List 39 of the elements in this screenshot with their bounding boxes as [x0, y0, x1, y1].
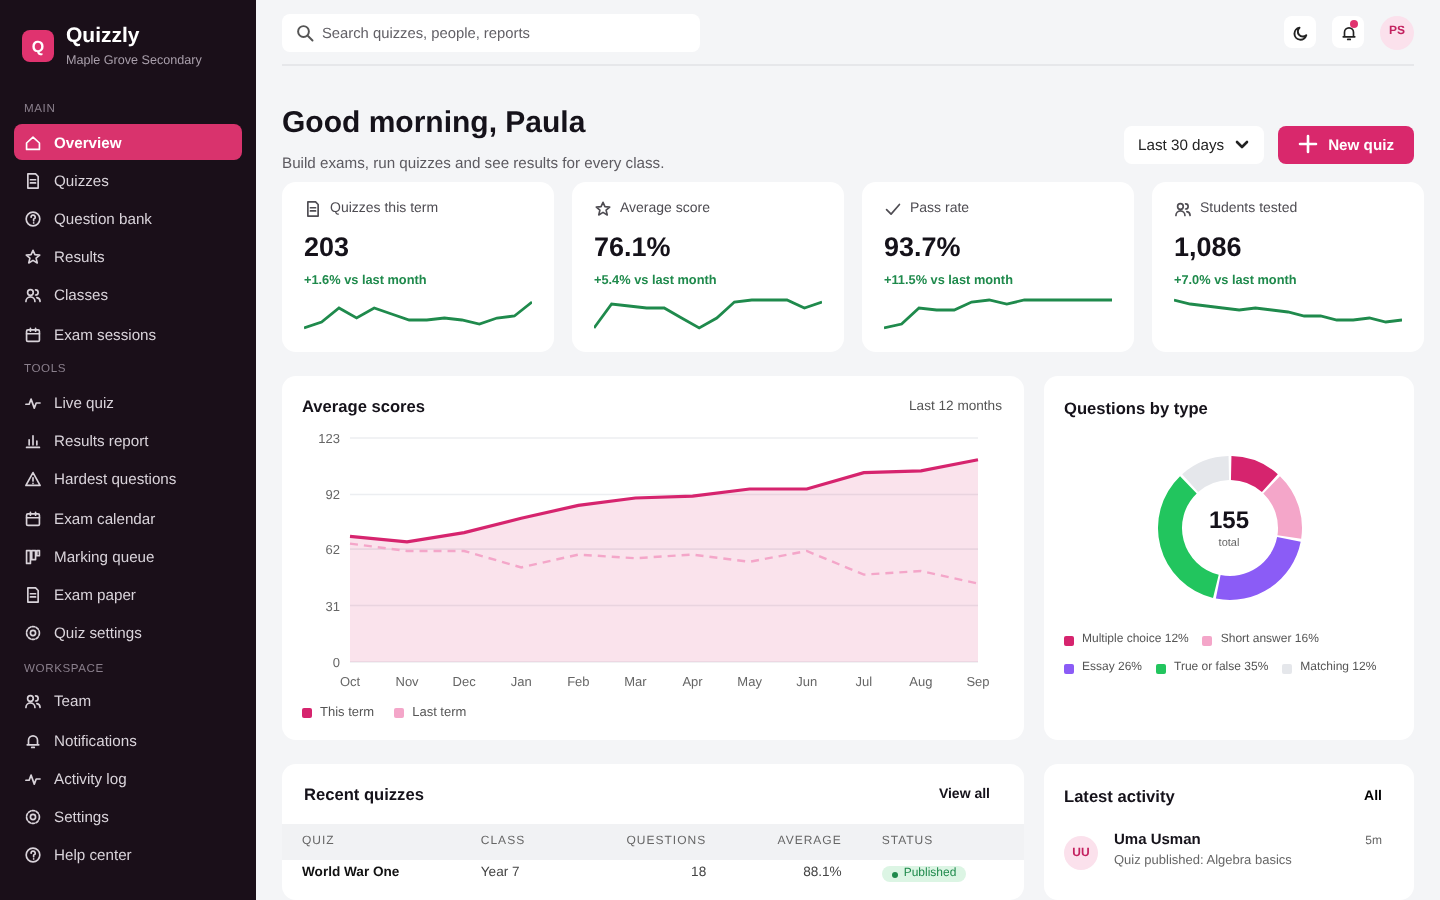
card-title: Recent quizzes	[304, 784, 424, 804]
page-title: Good morning, Paula	[282, 105, 588, 139]
card-title: Questions by type	[1064, 398, 1210, 418]
moon-icon	[1291, 23, 1309, 41]
calendar-icon	[24, 325, 42, 344]
app-name: Quizzly	[66, 24, 142, 48]
document-icon	[24, 171, 42, 190]
theme-toggle-button[interactable]	[1284, 16, 1316, 48]
bar-chart-icon	[24, 432, 42, 451]
pulse-icon	[24, 769, 42, 788]
card-title: Latest activity	[1064, 786, 1175, 806]
document-icon	[24, 586, 42, 605]
logo: Q	[22, 30, 54, 62]
stat-value: 1,086	[1174, 232, 1244, 262]
users-icon	[1174, 200, 1192, 218]
star-icon	[24, 248, 42, 267]
total-value: 155	[1208, 506, 1250, 534]
stat-value: 93.7%	[884, 232, 963, 262]
search-icon	[296, 23, 314, 41]
warning-icon	[24, 470, 42, 489]
notifications-button[interactable]	[1332, 16, 1364, 48]
help-icon	[24, 210, 42, 229]
users-icon	[24, 692, 42, 711]
card-title: Average scores	[302, 396, 425, 416]
board-icon	[24, 547, 42, 566]
stat-value: 203	[304, 232, 352, 262]
pulse-icon	[24, 393, 42, 412]
users-icon	[24, 286, 42, 305]
help-icon	[24, 846, 42, 865]
star-icon	[594, 200, 612, 218]
check-icon	[884, 200, 902, 218]
bell-icon	[24, 731, 42, 750]
plus-icon	[1298, 134, 1319, 154]
calendar-icon	[24, 509, 42, 528]
stat-value: 76.1%	[594, 232, 673, 262]
home-icon	[24, 133, 42, 152]
chevron-down-icon	[1234, 136, 1251, 152]
bell-icon	[1339, 23, 1357, 41]
document-icon	[304, 200, 322, 218]
